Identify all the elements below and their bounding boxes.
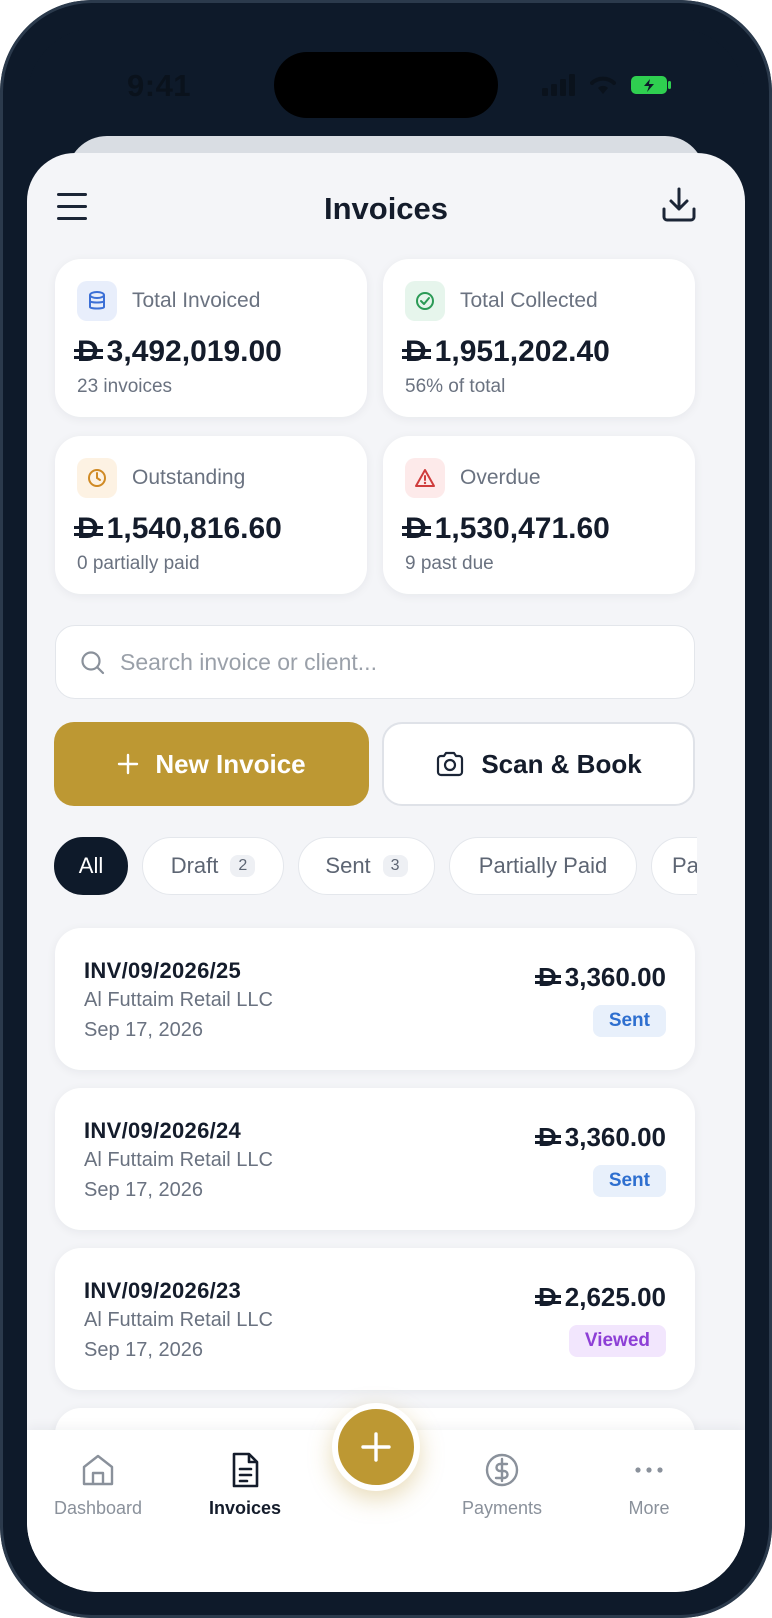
scan-book-button[interactable]: Scan & Book — [382, 722, 695, 806]
invoice-number: INV/09/2026/24 — [84, 1118, 242, 1143]
invoice-card[interactable]: INV/09/2026/23 Al Futtaim Retail LLC Sep… — [55, 1248, 695, 1390]
database-icon — [77, 281, 117, 321]
tab-label: More — [628, 1498, 670, 1518]
stat-subtext: 0 partially paid — [77, 553, 200, 574]
filter-chip-partially-paid[interactable]: Partially Paid — [449, 837, 637, 895]
battery-icon — [631, 76, 671, 94]
invoice-card[interactable]: INV/09/2026/25 Al Futtaim Retail LLC Sep… — [55, 928, 695, 1070]
dirham-icon: D — [402, 335, 431, 368]
warning-icon — [405, 458, 445, 498]
stat-label: Total Collected — [460, 289, 598, 312]
status-icons — [542, 72, 672, 98]
stat-card-total-collected[interactable]: Total Collected D 1,951,202.40 56% of tot… — [383, 259, 695, 417]
tab-payments[interactable]: Payments — [432, 1450, 572, 1519]
filter-chip-draft[interactable]: Draft 2 — [142, 837, 284, 895]
status-badge: Sent — [592, 1005, 666, 1037]
chip-count: 3 — [382, 855, 408, 877]
tab-label: Dashboard — [53, 1498, 143, 1518]
document-icon — [232, 1452, 259, 1488]
invoice-client: Al Futtaim Retail LLC — [84, 1149, 273, 1171]
invoice-date: Sep 17, 2026 — [84, 1179, 203, 1201]
search-icon — [81, 651, 105, 675]
dirham-icon: D — [74, 512, 103, 545]
signal-icon — [542, 74, 575, 96]
download-icon[interactable] — [659, 185, 699, 225]
camera-icon — [437, 751, 464, 777]
tab-invoices[interactable]: Invoices — [175, 1450, 315, 1519]
tab-label: Payments — [461, 1498, 543, 1518]
stat-label: Outstanding — [132, 466, 246, 489]
stat-label: Total Invoiced — [132, 289, 261, 312]
stat-value: D 3,492,019.00 — [74, 335, 282, 368]
add-fab-button[interactable] — [332, 1403, 420, 1491]
search-bar — [55, 625, 695, 699]
screen: 9:41 Invoices Total Invoiced D 3,492,019… — [27, 28, 745, 1592]
dirham-icon: D — [74, 335, 103, 368]
nav-header: Invoices — [27, 153, 745, 263]
invoice-date: Sep 17, 2026 — [84, 1019, 203, 1041]
status-badge: Viewed — [568, 1325, 666, 1357]
invoice-client: Al Futtaim Retail LLC — [84, 989, 273, 1011]
page-title: Invoices — [323, 191, 449, 226]
stat-value: D 1,951,202.40 — [402, 335, 610, 368]
new-invoice-label: New Invoice — [155, 748, 306, 779]
tab-dashboard[interactable]: Dashboard — [28, 1450, 168, 1519]
plus-icon — [361, 1432, 391, 1462]
invoices-sheet: Invoices Total Invoiced D 3,492,019.00 2… — [27, 153, 745, 1592]
stat-card-outstanding[interactable]: Outstanding D 1,540,816.60 0 partially pa… — [55, 436, 367, 594]
scan-book-label: Scan & Book — [481, 748, 642, 779]
invoice-card[interactable]: INV/09/2026/24 Al Futtaim Retail LLC Sep… — [55, 1088, 695, 1230]
filter-chip-paid[interactable]: Pa — [651, 837, 697, 895]
new-invoice-button[interactable]: New Invoice — [54, 722, 369, 806]
clock-icon — [77, 458, 117, 498]
stat-subtext: 56% of total — [405, 376, 506, 397]
stat-subtext: 9 past due — [405, 553, 494, 574]
home-icon — [82, 1454, 114, 1486]
filter-chip-sent[interactable]: Sent 3 — [298, 837, 435, 895]
status-time: 9:41 — [127, 68, 192, 103]
dynamic-island — [274, 52, 498, 118]
stat-label: Overdue — [460, 466, 541, 489]
stat-subtext: 23 invoices — [77, 376, 173, 397]
invoice-client: Al Futtaim Retail LLC — [84, 1309, 273, 1331]
filter-chips: All Draft 2 Sent 3 Partially Paid Pa — [54, 837, 697, 897]
dirham-icon: D — [402, 512, 431, 545]
more-icon — [635, 1467, 663, 1473]
wifi-icon — [590, 76, 616, 94]
invoice-number: INV/09/2026/25 — [84, 958, 242, 983]
invoice-number: INV/09/2026/23 — [84, 1278, 242, 1303]
phone-frame: 9:41 Invoices Total Invoiced D 3,492,019… — [0, 0, 772, 1618]
filter-chip-all[interactable]: All — [54, 837, 128, 895]
search-input[interactable] — [120, 626, 680, 698]
plus-icon — [118, 753, 139, 775]
chip-count: 2 — [230, 855, 256, 877]
invoice-date: Sep 17, 2026 — [84, 1339, 203, 1361]
dollar-circle-icon — [485, 1453, 519, 1487]
check-circle-icon — [405, 281, 445, 321]
stat-card-overdue[interactable]: Overdue D 1,530,471.60 9 past due — [383, 436, 695, 594]
stat-value: D 1,530,471.60 — [402, 512, 610, 545]
tab-label: Invoices — [208, 1498, 282, 1518]
tab-more[interactable]: More — [579, 1450, 719, 1519]
status-badge: Sent — [592, 1165, 666, 1197]
stat-card-total-invoiced[interactable]: Total Invoiced D 3,492,019.00 23 invoices — [55, 259, 367, 417]
stat-value: D 1,540,816.60 — [74, 512, 282, 545]
